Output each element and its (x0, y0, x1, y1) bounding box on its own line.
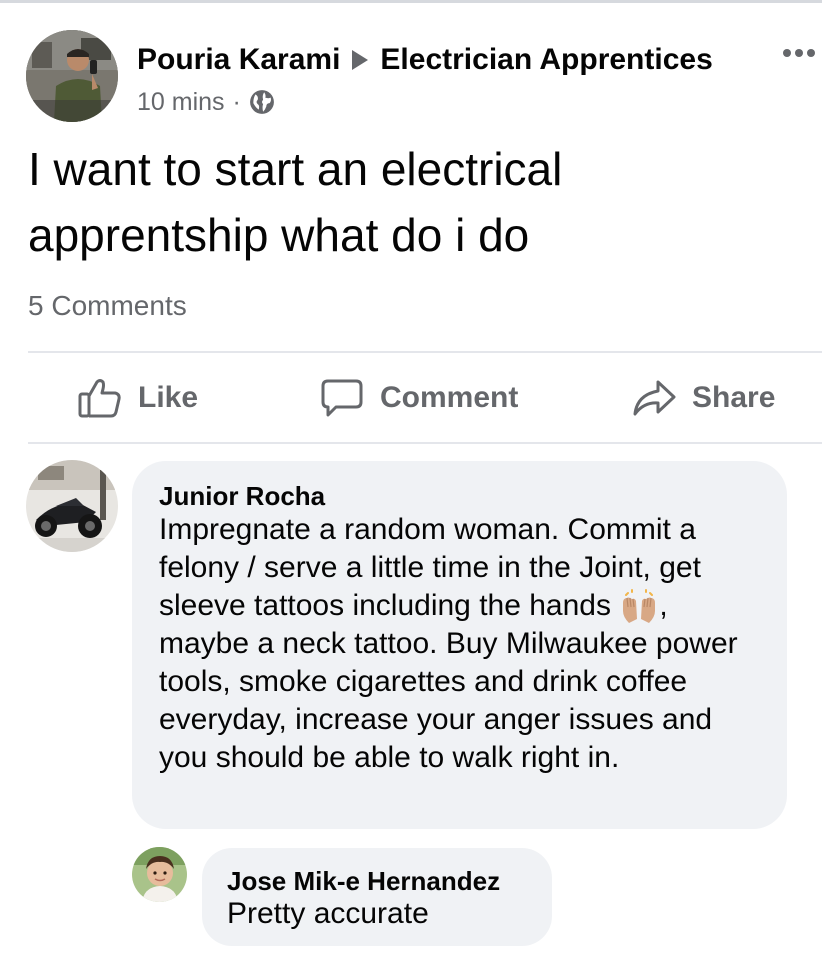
share-label: Share (692, 381, 776, 414)
divider-bottom (28, 442, 822, 444)
more-dot-icon (783, 49, 791, 57)
reply-text: Pretty accurate (227, 897, 429, 930)
comment-count[interactable]: 5 Comments (28, 290, 187, 322)
comment-button[interactable]: Comment (320, 374, 518, 422)
divider-top (28, 351, 822, 353)
author-name[interactable]: Pouria Karami (137, 43, 340, 77)
comment-label: Comment (380, 381, 519, 414)
commenter-name[interactable]: Junior Rocha (159, 481, 325, 512)
author-avatar-image (26, 30, 118, 122)
share-button[interactable]: Share (632, 374, 775, 422)
more-dot-icon (795, 49, 803, 57)
globe-icon (249, 90, 274, 114)
arrow-right-icon (352, 50, 369, 70)
speech-bubble-icon (321, 379, 363, 417)
top-edge (0, 0, 822, 3)
post-time[interactable]: 10 mins (137, 88, 225, 117)
post-text: I want to start an electrical apprentshi… (28, 143, 563, 261)
post-meta: 10 mins · (137, 86, 275, 118)
commenter-avatar[interactable] (26, 460, 118, 552)
comment-bubble: Junior Rocha Impregnate a random woman. … (132, 461, 787, 829)
comment-text: Impregnate a random woman. Commit a felo… (159, 511, 764, 777)
post-header: Pouria Karami Electrician Apprentices (137, 42, 713, 78)
group-name[interactable]: Electrician Apprentices (380, 43, 712, 77)
like-label: Like (138, 381, 199, 414)
author-avatar[interactable] (26, 30, 118, 122)
child-avatar-image (132, 847, 187, 902)
reply-author-name[interactable]: Jose Mik-e Hernandez (227, 866, 500, 897)
more-dot-icon (807, 49, 815, 57)
like-button[interactable]: Like (78, 374, 198, 422)
motorcycle-avatar-image (26, 460, 118, 552)
more-options-button[interactable] (776, 38, 822, 68)
reply-bubble: Jose Mik-e Hernandez Pretty accurate (202, 848, 552, 946)
raising-hands-emoji (623, 589, 656, 624)
meta-separator: · (232, 87, 241, 116)
thumbs-up-icon (78, 379, 121, 418)
share-arrow-icon (633, 380, 676, 416)
reply-avatar[interactable] (132, 847, 187, 902)
